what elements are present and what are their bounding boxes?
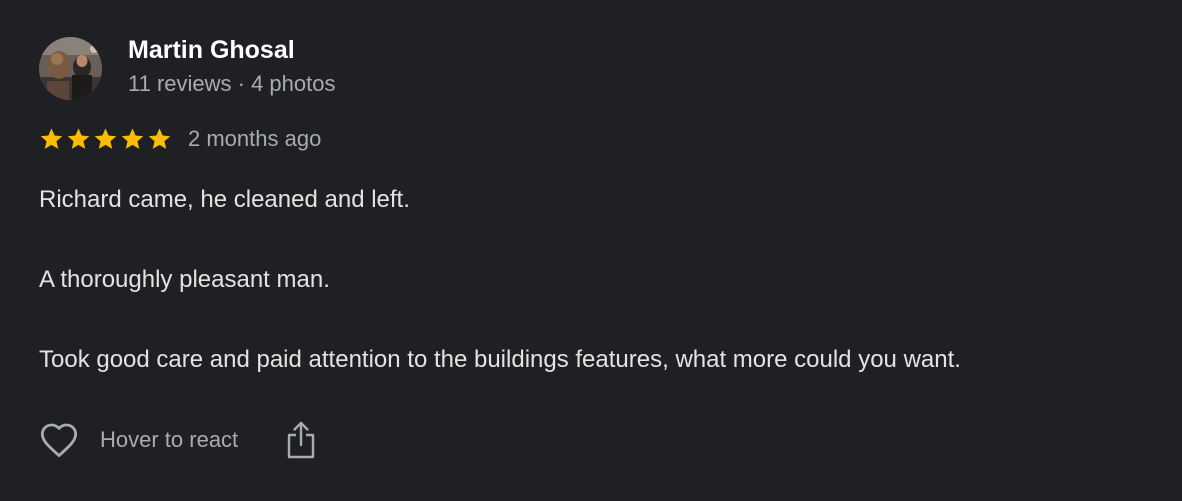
rating-row: 2 months ago xyxy=(38,124,321,154)
star-rating xyxy=(38,126,173,152)
author-name[interactable]: Martin Ghosal xyxy=(128,36,295,65)
avatar[interactable] xyxy=(39,37,102,100)
review-actions: Hover to react xyxy=(38,418,316,462)
react-label: Hover to react xyxy=(100,427,239,452)
share-icon xyxy=(286,420,316,460)
star-icon xyxy=(148,128,171,149)
author-meta: 11 reviews · 4 photos xyxy=(128,71,336,96)
react-button[interactable]: Hover to react xyxy=(38,420,238,460)
review-date: 2 months ago xyxy=(188,126,322,151)
review-paragraph: Took good care and paid attention to the… xyxy=(39,346,961,373)
heart-outline-icon xyxy=(38,420,80,460)
share-button[interactable] xyxy=(286,420,316,460)
review-paragraph: A thoroughly pleasant man. xyxy=(39,266,330,293)
review-text: Richard came, he cleaned and left. A thor… xyxy=(39,180,961,380)
star-icon xyxy=(67,128,90,149)
review-paragraph: Richard came, he cleaned and left. xyxy=(39,186,410,213)
avatar-photo xyxy=(39,37,102,100)
star-icon xyxy=(94,128,117,149)
review-card: Martin Ghosal 11 reviews · 4 photos 2 mo… xyxy=(0,0,1182,501)
star-icon xyxy=(121,128,144,149)
star-icon xyxy=(40,128,63,149)
